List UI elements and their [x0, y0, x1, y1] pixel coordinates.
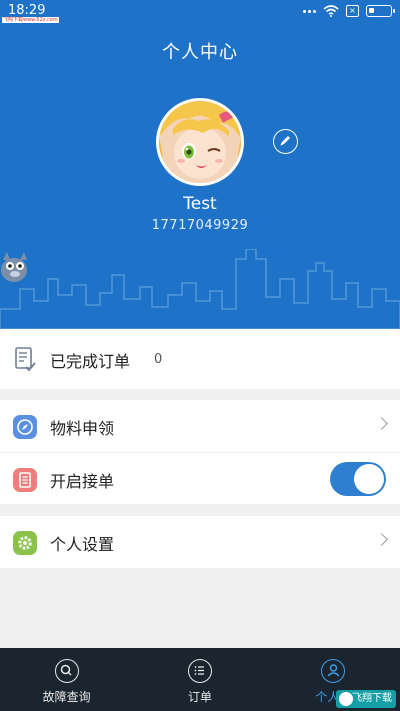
- search-icon: [54, 659, 79, 683]
- completed-orders-label: 已完成订单: [50, 352, 131, 371]
- avatar-illustration: [159, 101, 241, 183]
- chevron-right-icon: [375, 533, 388, 546]
- profile-header: 个人中心 Test 17717049929: [0, 24, 400, 329]
- menu-section: 物料申领 开启接单: [0, 400, 400, 504]
- site-watermark-badge: 飞翔下载: [336, 690, 396, 708]
- watermark-strip: 飞翔下载www.52z.com: [2, 17, 59, 23]
- document-icon: [13, 468, 37, 492]
- personal-settings-label: 个人设置: [50, 535, 115, 554]
- completed-orders-section: 已完成订单 0: [0, 329, 400, 389]
- accept-orders-label: 开启接单: [50, 472, 115, 491]
- personal-settings-row[interactable]: 个人设置: [0, 516, 400, 568]
- tab-fault-query-label: 故障查询: [42, 690, 91, 704]
- person-icon: [321, 659, 346, 683]
- settings-section: 个人设置: [0, 516, 400, 568]
- edit-profile-button[interactable]: [273, 129, 298, 154]
- tab-orders-label: 订单: [187, 690, 212, 704]
- compass-icon: [13, 415, 37, 439]
- pencil-icon: [280, 136, 290, 146]
- material-request-label: 物料申领: [50, 419, 115, 438]
- user-phone: 17717049929: [151, 218, 249, 233]
- document-check-icon: [15, 347, 36, 372]
- gear-icon: [13, 531, 37, 555]
- more-dots-icon: [303, 9, 316, 13]
- accept-orders-row: 开启接单: [0, 452, 400, 504]
- avatar[interactable]: [156, 98, 244, 186]
- material-request-row[interactable]: 物料申领: [0, 400, 400, 452]
- user-name: Test: [183, 194, 217, 214]
- site-logo-icon: [339, 692, 353, 706]
- tab-fault-query[interactable]: 故障查询: [0, 648, 133, 711]
- list-icon: [187, 659, 212, 683]
- status-time: 18:29: [8, 3, 46, 18]
- wifi-icon: [323, 5, 339, 17]
- city-skyline-decoration: [0, 249, 400, 329]
- completed-orders-row[interactable]: 已完成订单 0: [0, 329, 400, 389]
- mascot-illustration: [1, 252, 27, 282]
- site-watermark-text: 飞翔下载: [352, 693, 392, 704]
- battery-icon: [366, 5, 395, 17]
- toggle-knob: [354, 464, 384, 494]
- page-title: 个人中心: [162, 42, 238, 63]
- status-bar: 18:29 飞翔下载www.52z.com ×: [0, 0, 400, 24]
- completed-orders-count: 0: [154, 352, 163, 367]
- no-sim-icon: ×: [346, 5, 359, 17]
- accept-orders-toggle[interactable]: [330, 462, 386, 496]
- chevron-right-icon: [375, 417, 388, 430]
- tab-orders[interactable]: 订单: [133, 648, 266, 711]
- status-icons: ×: [303, 5, 395, 17]
